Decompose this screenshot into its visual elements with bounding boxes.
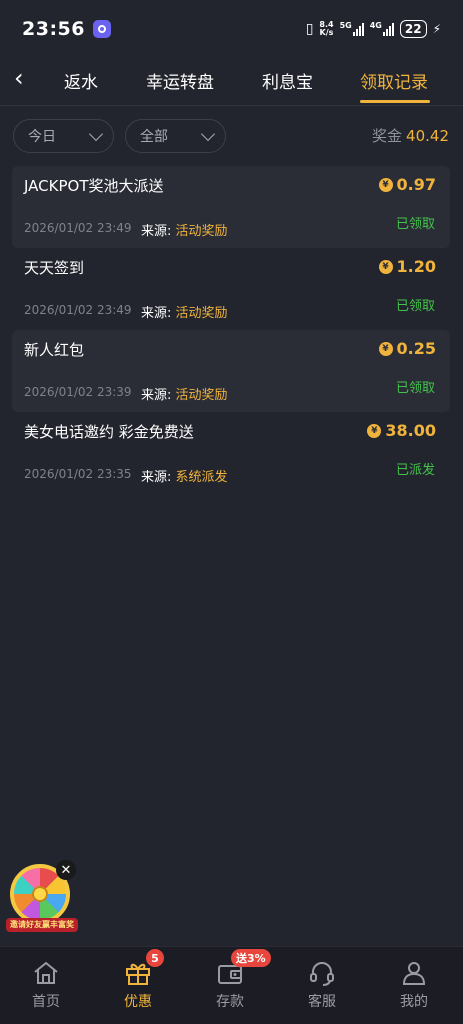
- bonus-value: 40.42: [406, 127, 449, 145]
- status-indicators: ▯ 8.4 K/s 5G 4G 22 ⚡: [306, 20, 441, 38]
- record-amount: ¥0.25: [378, 339, 436, 358]
- date-filter-value: 今日: [28, 129, 56, 145]
- charging-icon: ⚡: [432, 22, 441, 36]
- date-filter-select[interactable]: 今日: [13, 119, 114, 153]
- record-amount: ¥38.00: [367, 421, 436, 440]
- record-time: 2026/01/02 23:35: [24, 467, 132, 481]
- chevron-down-icon: [200, 126, 216, 142]
- deposit-promo-badge: 送3%: [231, 949, 271, 967]
- active-tab-indicator: [360, 100, 430, 103]
- app-notification-icon: [92, 20, 111, 38]
- signal-bars-icon: [382, 22, 394, 36]
- record-status: 已领取: [395, 217, 435, 232]
- close-icon[interactable]: ✕: [56, 860, 76, 880]
- status-time: 23:56: [22, 18, 85, 40]
- signal-4g: 4G: [370, 22, 394, 36]
- network-speed: 8.4 K/s: [319, 20, 334, 37]
- record-status: 已领取: [395, 381, 435, 396]
- nav-profile[interactable]: 我的: [368, 947, 460, 1024]
- tab-claim-records[interactable]: 领取记录: [360, 68, 428, 93]
- record-item: 美女电话邀约 彩金免费送 ¥38.00 2026/01/02 23:35 来源:…: [12, 412, 450, 494]
- record-title: 美女电话邀约 彩金免费送: [24, 423, 194, 441]
- signal-5g: 5G: [340, 22, 364, 36]
- record-source: 来源: 活动奖励: [141, 224, 228, 239]
- floating-wheel-promo[interactable]: ✕ 邀请好友赢丰富奖: [6, 860, 78, 934]
- type-filter-value: 全部: [140, 129, 168, 145]
- tab-interest[interactable]: 利息宝: [262, 68, 313, 93]
- nav-support[interactable]: 客服: [276, 947, 368, 1024]
- record-title: JACKPOT奖池大派送: [24, 177, 164, 195]
- nav-home[interactable]: 首页: [0, 947, 92, 1024]
- tab-lucky-wheel[interactable]: 幸运转盘: [146, 68, 214, 93]
- record-time: 2026/01/02 23:39: [24, 385, 132, 399]
- type-filter-select[interactable]: 全部: [125, 119, 226, 153]
- signal-bars-icon: [352, 22, 364, 36]
- tab-rebate[interactable]: 返水: [64, 68, 98, 93]
- headset-icon: [310, 962, 334, 986]
- bonus-label: 奖金: [372, 127, 403, 145]
- battery-indicator: 22: [399, 20, 427, 38]
- record-source: 来源: 活动奖励: [141, 306, 228, 321]
- nav-label: 首页: [32, 994, 60, 1010]
- bottom-navigation: 首页 5 优惠 送3% 存款 客服 我的: [0, 946, 463, 1024]
- home-icon: [34, 961, 58, 984]
- page: 23:56 ▯ 8.4 K/s 5G 4G 22 ⚡ ‹ 返水 幸运转盘 利息宝…: [0, 0, 463, 1024]
- record-source: 来源: 系统派发: [141, 470, 228, 485]
- nav-label: 优惠: [124, 994, 152, 1010]
- back-arrow-icon[interactable]: ‹: [14, 64, 34, 92]
- record-status: 已领取: [395, 299, 435, 314]
- record-time: 2026/01/02 23:49: [24, 303, 132, 317]
- coin-icon: ¥: [378, 177, 393, 192]
- coin-icon: ¥: [378, 259, 393, 274]
- coin-icon: ¥: [378, 341, 393, 356]
- nav-promotions[interactable]: 5 优惠: [92, 947, 184, 1024]
- promotions-count-badge: 5: [146, 949, 164, 967]
- record-item: JACKPOT奖池大派送 ¥0.97 2026/01/02 23:49 来源: …: [12, 166, 450, 248]
- bonus-total: 奖金 40.42: [372, 125, 449, 146]
- record-title: 新人红包: [24, 341, 85, 359]
- top-tab-bar: ‹ 返水 幸运转盘 利息宝 领取记录: [0, 58, 463, 106]
- record-item: 天天签到 ¥1.20 2026/01/02 23:49 来源: 活动奖励 已领取: [12, 248, 450, 330]
- record-source: 来源: 活动奖励: [141, 388, 228, 403]
- record-amount: ¥1.20: [378, 257, 436, 276]
- record-status: 已派发: [395, 463, 435, 478]
- record-amount: ¥0.97: [378, 175, 436, 194]
- record-title: 天天签到: [24, 259, 85, 277]
- coin-icon: ¥: [367, 423, 382, 438]
- promo-banner-text: 邀请好友赢丰富奖: [6, 918, 78, 932]
- record-time: 2026/01/02 23:49: [24, 221, 132, 235]
- vibrate-icon: ▯: [305, 21, 314, 37]
- nav-label: 客服: [308, 994, 336, 1010]
- nav-label: 存款: [216, 994, 244, 1010]
- record-item: 新人红包 ¥0.25 2026/01/02 23:39 来源: 活动奖励 已领取: [12, 330, 450, 412]
- status-bar: 23:56 ▯ 8.4 K/s 5G 4G 22 ⚡: [0, 0, 463, 58]
- chevron-down-icon: [88, 126, 104, 142]
- nav-deposit[interactable]: 送3% 存款: [184, 947, 276, 1024]
- user-icon: [402, 962, 426, 985]
- wheel-hub: [32, 886, 48, 902]
- nav-label: 我的: [400, 994, 428, 1010]
